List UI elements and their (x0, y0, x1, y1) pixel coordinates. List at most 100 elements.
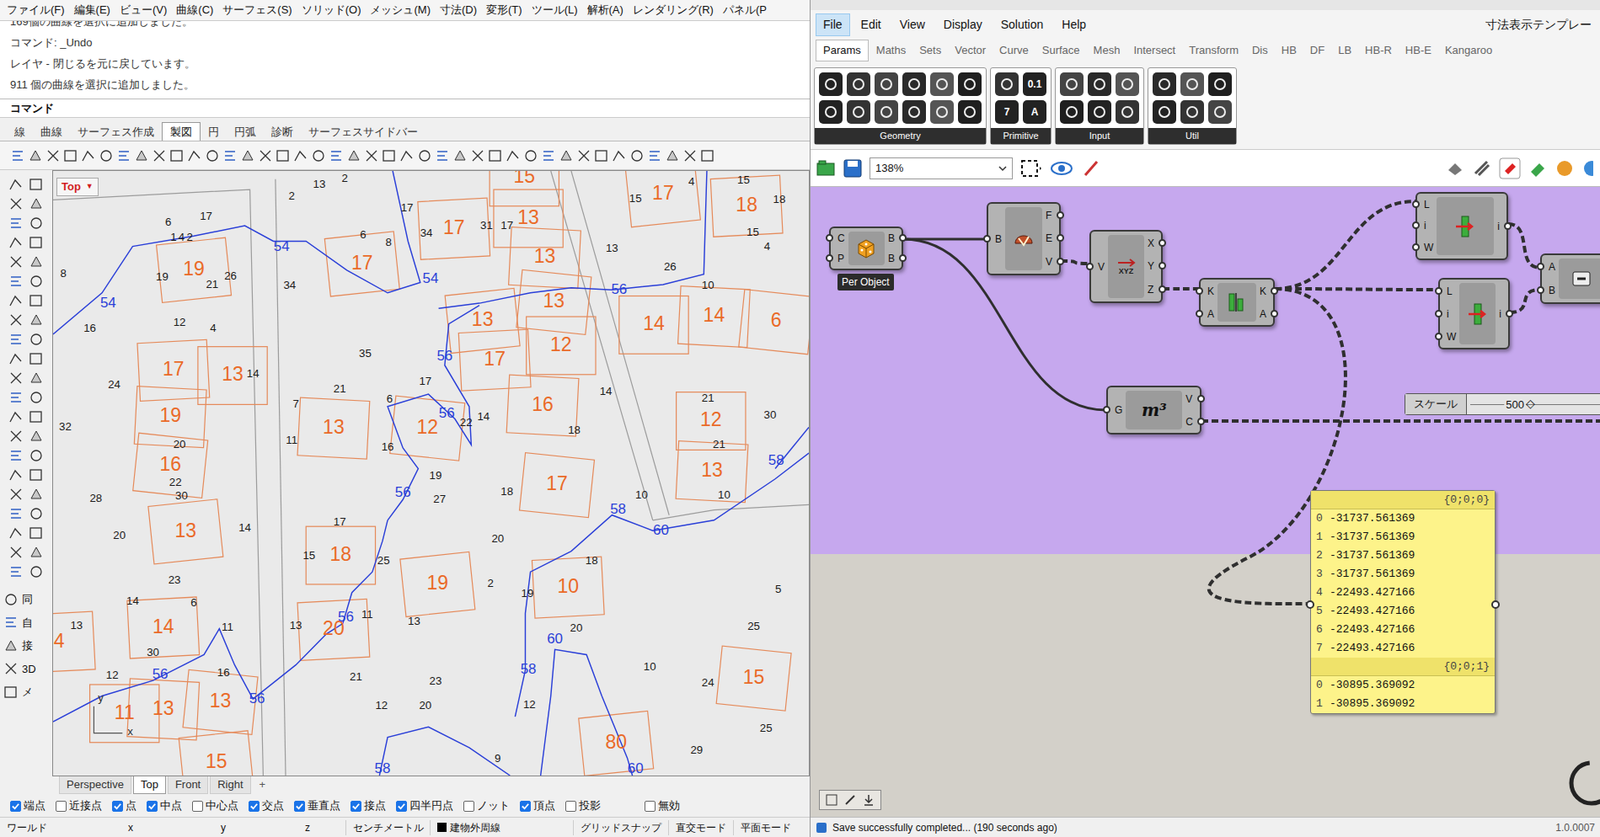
tool-icon[interactable] (328, 148, 344, 164)
menu-item[interactable]: Display (936, 13, 990, 37)
tool-icon[interactable] (487, 148, 504, 164)
tool-icon[interactable] (116, 148, 132, 164)
component-icon[interactable] (1115, 100, 1140, 124)
mode-toggle[interactable]: グリッドスナップ (572, 820, 669, 836)
sidebar-button[interactable]: メ (3, 684, 53, 702)
output-port[interactable]: i (1498, 309, 1502, 320)
osnap-option[interactable]: 接点 (350, 797, 386, 815)
save-icon[interactable] (842, 158, 863, 179)
tool-icon[interactable] (8, 293, 24, 309)
pen-icon[interactable] (843, 793, 857, 808)
tool-icon[interactable] (28, 506, 44, 522)
tool-icon[interactable] (28, 448, 44, 464)
menu-item[interactable]: Help (1054, 13, 1094, 37)
osnap-option[interactable]: 無効 (644, 797, 680, 815)
input-port[interactable]: V (1097, 262, 1105, 273)
gh-tab[interactable]: Vector (948, 40, 992, 61)
tool-icon[interactable] (664, 148, 680, 164)
bake-icon[interactable] (1527, 158, 1548, 179)
tool-icon[interactable] (505, 148, 521, 164)
tool-icon[interactable] (10, 148, 26, 164)
input-port[interactable]: A (1207, 309, 1215, 320)
output-port[interactable]: X (1147, 238, 1155, 249)
sidebar-button[interactable]: 3D (3, 661, 53, 679)
checkbox[interactable] (519, 801, 531, 813)
tool-icon[interactable] (222, 148, 238, 164)
tool-icon[interactable] (8, 564, 24, 580)
output-port[interactable]: F (1045, 210, 1053, 221)
gh-component[interactable]: KAKA (1198, 278, 1275, 327)
add-tab-button[interactable]: + (252, 776, 273, 794)
download-icon[interactable] (861, 793, 876, 808)
viewport[interactable]: 1322173431176171421926211241624834683521… (52, 170, 810, 777)
gh-tab[interactable]: Kangaroo (1439, 40, 1499, 61)
layer-indicator[interactable]: 建物外周線 (429, 820, 573, 836)
osnap-option[interactable]: 垂直点 (294, 797, 341, 815)
osnap-option[interactable]: 中点 (146, 797, 182, 815)
tool-icon[interactable] (28, 370, 44, 386)
tool-icon[interactable] (8, 235, 24, 251)
tool-icon[interactable] (204, 148, 220, 164)
tool-icon[interactable] (28, 467, 44, 483)
tool-icon[interactable] (611, 148, 627, 164)
component-icon[interactable] (874, 100, 899, 124)
tool-icon[interactable] (28, 390, 44, 406)
gh-tab[interactable]: HB-E (1399, 40, 1438, 61)
toolbar-tab[interactable]: 円弧 (226, 123, 264, 142)
tool-icon[interactable] (28, 564, 44, 580)
menu-item[interactable]: File (815, 13, 851, 37)
gh-tab[interactable]: Intersect (1127, 40, 1182, 61)
gh-tab[interactable]: HB-R (1359, 40, 1398, 61)
tool-icon[interactable] (399, 148, 415, 164)
tool-icon[interactable] (700, 148, 716, 164)
component-icon[interactable] (1208, 72, 1232, 97)
viewport-tab[interactable]: Right (209, 776, 251, 795)
toolbar-tab[interactable]: サーフェス作成 (69, 123, 162, 142)
osnap-option[interactable]: ノット (463, 797, 510, 815)
tool-icon[interactable] (3, 615, 19, 631)
component-icon[interactable] (818, 100, 843, 124)
number-slider[interactable]: スケール500◇ (1404, 393, 1600, 416)
component-icon[interactable] (1087, 100, 1112, 124)
tool-icon[interactable] (8, 448, 24, 464)
zoom-dropdown[interactable]: 138% (869, 157, 1013, 180)
mode-toggle[interactable]: 直交モード (668, 820, 734, 836)
tool-icon[interactable] (8, 273, 24, 289)
input-port[interactable]: G (1114, 405, 1123, 416)
sidebar-button[interactable]: 同 (3, 591, 53, 609)
tool-icon[interactable] (28, 545, 44, 561)
tool-icon[interactable] (3, 638, 19, 654)
tool-icon[interactable] (28, 428, 44, 445)
gh-tab[interactable]: LB (1332, 40, 1358, 61)
tool-icon[interactable] (45, 148, 61, 164)
tool-icon[interactable] (8, 351, 24, 367)
checkbox[interactable] (55, 801, 67, 813)
tool-icon[interactable] (8, 331, 24, 348)
checkbox[interactable] (10, 801, 22, 813)
input-port[interactable]: K (1207, 286, 1215, 297)
menu-item[interactable]: メッシュ(M) (369, 1, 431, 19)
component-icon[interactable]: 0.1 (1022, 72, 1047, 97)
sketch-icon[interactable] (1081, 158, 1103, 179)
menu-item[interactable]: 曲線(C) (176, 1, 214, 19)
tool-icon[interactable] (8, 545, 24, 561)
tool-icon[interactable] (80, 148, 97, 164)
gh-component[interactable]: AB (1540, 253, 1600, 305)
menu-item[interactable]: レンダリング(R) (632, 1, 714, 19)
component-icon[interactable] (1180, 72, 1205, 97)
tool-icon[interactable] (8, 370, 24, 386)
tool-icon[interactable] (8, 196, 24, 212)
output-port[interactable]: Y (1147, 261, 1155, 272)
tool-icon[interactable] (28, 312, 44, 328)
preview-mode-icon[interactable] (1444, 158, 1466, 179)
menu-item[interactable]: ファイル(F) (6, 1, 65, 19)
menu-item[interactable]: Solution (993, 13, 1052, 37)
tool-icon[interactable] (682, 148, 698, 164)
output-port[interactable]: Z (1147, 284, 1155, 295)
tool-icon[interactable] (381, 148, 397, 164)
menu-item[interactable]: Edit (853, 13, 889, 37)
checkbox[interactable] (350, 801, 362, 813)
tool-icon[interactable] (240, 148, 256, 164)
tool-icon[interactable] (523, 148, 539, 164)
checkbox[interactable] (248, 801, 260, 813)
